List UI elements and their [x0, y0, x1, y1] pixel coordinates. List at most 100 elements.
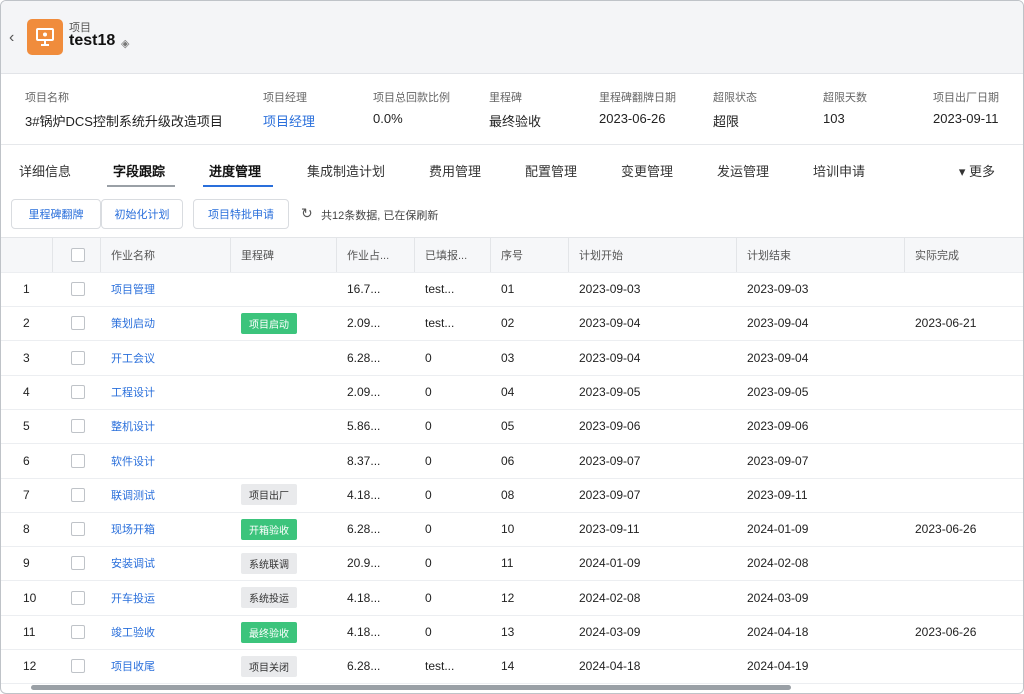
task-name-link[interactable]: 开车投运: [111, 590, 155, 606]
row-checkbox[interactable]: [71, 659, 85, 674]
table-cell: 12: [491, 581, 569, 615]
cell-value: 11: [501, 556, 514, 571]
column-header[interactable]: 作业占...: [337, 238, 415, 272]
back-chevron-icon[interactable]: ‹: [9, 29, 14, 47]
milestone-badge: 最终验收: [241, 621, 297, 643]
row-checkbox[interactable]: [71, 590, 85, 605]
task-name-link[interactable]: 联调测试: [111, 487, 155, 503]
row-checkbox[interactable]: [71, 282, 85, 296]
tab-5[interactable]: 配置管理: [525, 161, 577, 180]
table-cell: 0: [415, 409, 491, 443]
column-header[interactable]: [1, 238, 53, 272]
cell-value: 10: [501, 522, 515, 537]
cell-value: 2023-09-06: [747, 419, 809, 434]
select-all-checkbox[interactable]: [71, 248, 85, 262]
tag-icon[interactable]: ◈: [121, 37, 129, 50]
task-name-link[interactable]: 整机设计: [111, 418, 155, 434]
row-checkbox[interactable]: [71, 522, 85, 537]
tab-2[interactable]: 进度管理: [209, 161, 261, 180]
table-cell: [231, 272, 337, 306]
tab-7[interactable]: 发运管理: [717, 161, 769, 180]
info-field: 项目出厂日期 2023-09-11: [933, 89, 999, 126]
milestone-badge: 开箱验收: [241, 518, 297, 540]
cell-value: 0: [425, 350, 432, 365]
table-cell: [53, 512, 101, 546]
column-header[interactable]: 作业名称: [101, 238, 231, 272]
toolbar-button[interactable]: 项目特批申请: [193, 199, 289, 229]
horizontal-scrollbar[interactable]: [31, 685, 791, 690]
table-cell: [53, 409, 101, 443]
toolbar-button[interactable]: 初始化计划: [101, 199, 183, 229]
row-checkbox[interactable]: [71, 316, 85, 331]
table-row: 9 安装调试 系统联调 20.9... 0 11 2024-01-09 2024-02-08: [1, 546, 1023, 582]
table-cell: [53, 272, 101, 306]
tab-bar: ▾ 更多 详细信息 字段跟踪 进度管理 集成制造计划 费用管理 配置管理 变更管理 发运管理 培…: [1, 151, 1023, 191]
task-name-link[interactable]: 策划启动: [111, 315, 155, 331]
column-header[interactable]: 计划开始: [569, 238, 737, 272]
refresh-icon[interactable]: ↻: [301, 205, 313, 222]
row-checkbox[interactable]: [71, 419, 85, 434]
task-name-link[interactable]: 工程设计: [111, 384, 155, 400]
table-cell: [53, 546, 101, 580]
table-cell: 8.37...: [337, 444, 415, 478]
table-cell: 04: [491, 375, 569, 409]
table-cell: 6.28...: [337, 649, 415, 683]
table-cell: 0: [415, 341, 491, 375]
table-row: 12 项目收尾 项目关闭 6.28... test... 14 2024-04-18 2024…: [1, 649, 1023, 685]
tab-4[interactable]: 费用管理: [429, 161, 481, 180]
table-cell: 2023-09-07: [569, 444, 737, 478]
task-name-link[interactable]: 项目收尾: [111, 658, 155, 674]
column-header[interactable]: 序号: [491, 238, 569, 272]
task-name-link[interactable]: 项目管理: [111, 281, 155, 297]
row-checkbox[interactable]: [71, 625, 85, 639]
table-cell: 竣工验收: [101, 615, 231, 649]
cell-value: 2023-09-07: [579, 453, 641, 468]
table-cell: 08: [491, 478, 569, 512]
table-cell: 2024-01-09: [569, 546, 737, 580]
table-cell: 0: [415, 546, 491, 580]
row-checkbox[interactable]: [71, 556, 85, 571]
tab-0[interactable]: 详细信息: [19, 161, 71, 180]
task-name-link[interactable]: 现场开箱: [111, 521, 155, 537]
info-field-value[interactable]: 项目经理: [263, 111, 315, 130]
milestone-badge: 系统联调: [241, 552, 297, 574]
record-count-text: 共12条数据, 已在保刷新: [321, 210, 439, 222]
column-header[interactable]: 计划结束: [737, 238, 905, 272]
table-cell: 05: [491, 409, 569, 443]
table-cell: 软件设计: [101, 444, 231, 478]
task-name-link[interactable]: 开工会议: [111, 350, 155, 366]
tab-8[interactable]: 培训申请: [813, 161, 865, 180]
tab-3[interactable]: 集成制造计划: [307, 161, 385, 180]
page-frame: ‹ 项目 test18 ◈ 项目名称 3#锅炉DCS控制系统升级改造项目 项目经理项…: [0, 0, 1024, 694]
cell-value: 2023-09-05: [747, 384, 809, 399]
row-checkbox[interactable]: [71, 453, 85, 468]
task-name-link[interactable]: 安装调试: [111, 555, 155, 571]
task-name-link[interactable]: 竣工验收: [111, 624, 155, 640]
cell-value: 0: [425, 453, 432, 468]
cell-value: 06: [501, 453, 515, 468]
table-cell: 03: [491, 341, 569, 375]
column-header[interactable]: 里程碑: [231, 238, 337, 272]
table-cell: 8: [1, 512, 53, 546]
cell-value: 6.28...: [347, 659, 381, 674]
task-name-link[interactable]: 软件设计: [111, 453, 155, 469]
cell-value: 7: [23, 487, 30, 502]
cell-value: 8.37...: [347, 453, 381, 468]
tab-1[interactable]: 字段跟踪: [113, 161, 165, 180]
cell-value: 2024-02-08: [579, 590, 641, 605]
more-tabs-dropdown[interactable]: ▾ 更多: [959, 161, 995, 180]
info-field-value: 3#锅炉DCS控制系统升级改造项目: [25, 114, 223, 129]
row-checkbox[interactable]: [71, 350, 85, 365]
row-checkbox[interactable]: [71, 487, 85, 502]
table-cell: 20.9...: [337, 546, 415, 580]
row-checkbox[interactable]: [71, 384, 85, 399]
table-cell: 系统联调: [231, 546, 337, 580]
cell-value: test...: [425, 316, 455, 331]
column-header[interactable]: 实际完成: [905, 238, 1023, 272]
table-cell: 9: [1, 546, 53, 580]
tab-6[interactable]: 变更管理: [621, 161, 673, 180]
toolbar-button[interactable]: 里程碑翻牌: [11, 199, 101, 229]
column-header[interactable]: 已填报...: [415, 238, 491, 272]
info-field: 项目总回款比例 0.0%: [373, 89, 450, 126]
cell-value: 20.9...: [347, 556, 381, 571]
